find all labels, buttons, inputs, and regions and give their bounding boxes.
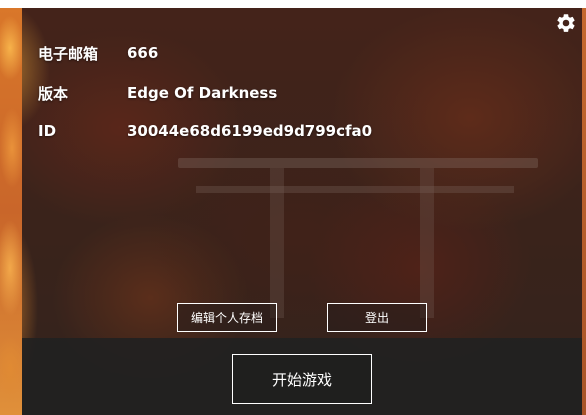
- id-value: 30044e68d6199ed9d799cfa0: [127, 122, 373, 140]
- version-value: Edge Of Darkness: [127, 84, 278, 102]
- gear-icon[interactable]: [555, 12, 577, 34]
- email-value: 666: [127, 44, 159, 62]
- logout-button[interactable]: 登出: [327, 303, 427, 332]
- edit-profile-button[interactable]: 编辑个人存档: [177, 303, 277, 332]
- id-row: ID 30044e68d6199ed9d799cfa0: [38, 121, 372, 141]
- right-foliage-edge: [582, 8, 586, 415]
- version-label: 版本: [38, 84, 69, 103]
- top-margin: [0, 0, 586, 8]
- gear-icon-graphic: [557, 14, 575, 32]
- left-foliage-strip: [0, 8, 22, 415]
- launcher-window: 电子邮箱 666 版本 Edge Of Darkness ID 30044e68…: [0, 0, 586, 415]
- version-row: 版本 Edge Of Darkness: [38, 83, 277, 103]
- email-row: 电子邮箱 666: [38, 43, 158, 63]
- id-label: ID: [38, 122, 57, 140]
- start-game-button[interactable]: 开始游戏: [232, 354, 372, 404]
- email-label: 电子邮箱: [38, 44, 99, 63]
